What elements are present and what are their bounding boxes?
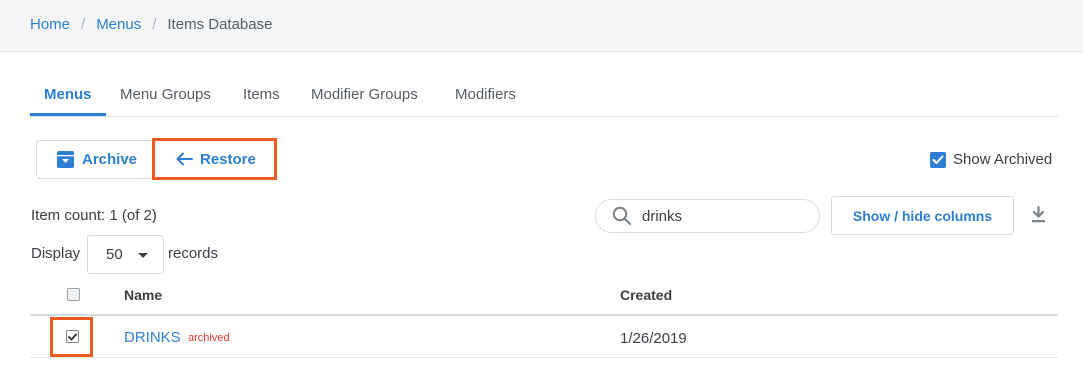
archive-button-label: Archive — [82, 151, 138, 168]
show-hide-columns-label: Show / hide columns — [852, 207, 993, 224]
tab-modifier-groups[interactable]: Modifier Groups — [311, 86, 418, 103]
tab-bar: Menus Menu Groups Items Modifier Groups … — [30, 75, 1058, 117]
show-hide-columns-button[interactable]: Show / hide columns — [831, 196, 1014, 235]
records-per-page-value: 50 — [106, 246, 123, 263]
select-all-checkbox[interactable] — [67, 288, 80, 301]
caret-down-icon — [138, 253, 148, 258]
breadcrumb-current: Items Database — [167, 16, 273, 33]
show-archived-checkbox[interactable] — [930, 151, 946, 168]
breadcrumb-separator: / — [152, 16, 157, 33]
column-header-created[interactable]: Created — [620, 287, 672, 303]
breadcrumb-menus-link[interactable]: Menus — [96, 16, 141, 33]
tab-menus[interactable]: Menus — [44, 86, 92, 103]
show-archived-label: Show Archived — [953, 151, 1053, 168]
row-name-link[interactable]: DRINKS — [124, 329, 181, 346]
search-icon — [612, 206, 631, 225]
archive-box-icon — [57, 151, 74, 168]
download-icon[interactable] — [1030, 206, 1047, 223]
active-tab-indicator — [30, 113, 106, 116]
breadcrumb-home-link[interactable]: Home — [30, 16, 70, 33]
restore-button-label: Restore — [200, 150, 256, 168]
checkmark-icon — [932, 155, 944, 164]
tab-modifiers[interactable]: Modifiers — [455, 86, 516, 103]
row-created-date: 1/26/2019 — [620, 330, 687, 347]
search-input[interactable] — [642, 207, 802, 225]
display-label: Display — [31, 245, 81, 262]
row-checkbox[interactable] — [66, 330, 79, 343]
records-label: records — [168, 245, 219, 262]
checkmark-icon — [68, 333, 77, 340]
item-count: Item count: 1 (of 2) — [31, 207, 157, 224]
archived-badge: archived — [188, 332, 230, 344]
restore-button[interactable]: Restore — [152, 138, 277, 180]
column-header-name[interactable]: Name — [124, 287, 162, 303]
breadcrumb: Home / Menus / Items Database — [30, 16, 272, 33]
search-box[interactable] — [595, 199, 820, 233]
arrow-left-icon — [176, 152, 193, 166]
show-archived-toggle[interactable]: Show Archived — [930, 151, 1052, 168]
records-per-page-select[interactable]: 50 — [87, 235, 164, 274]
table-header: Name Created — [30, 276, 1058, 316]
tab-menu-groups[interactable]: Menu Groups — [120, 86, 211, 103]
top-bar: Home / Menus / Items Database — [0, 0, 1083, 52]
archive-button[interactable]: Archive — [36, 140, 153, 179]
table-row: DRINKS archived 1/26/2019 — [30, 317, 1058, 358]
breadcrumb-separator: / — [81, 16, 86, 33]
tab-items[interactable]: Items — [243, 86, 280, 103]
